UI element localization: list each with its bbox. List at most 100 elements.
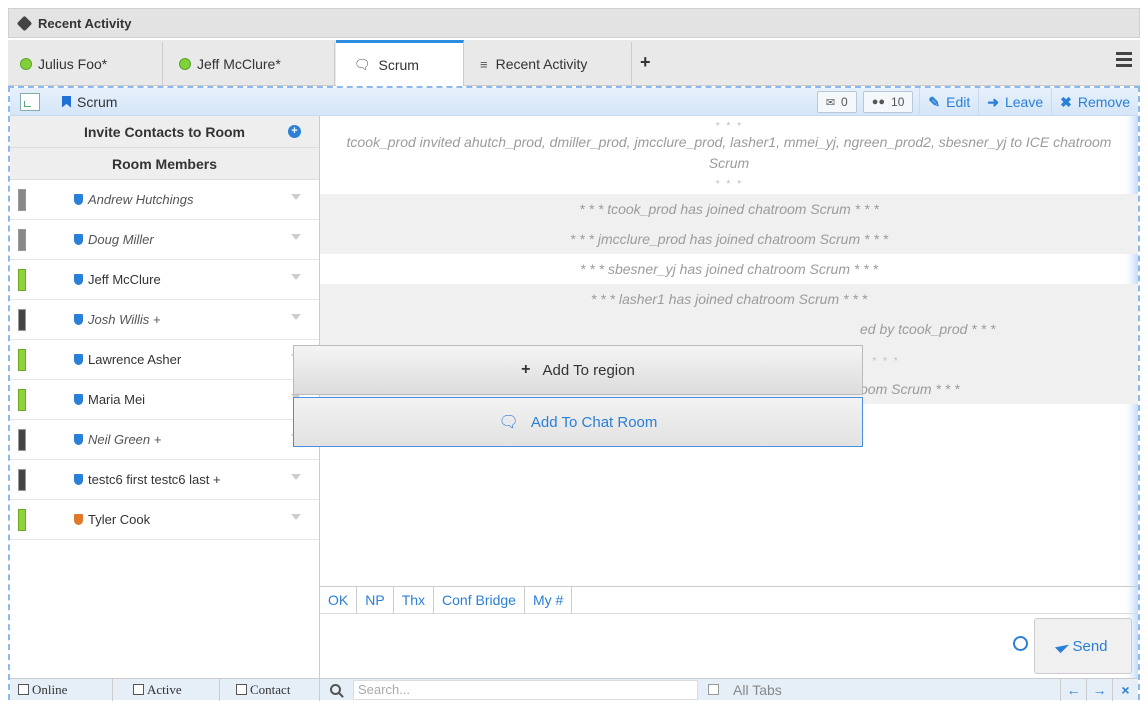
shield-icon	[74, 194, 83, 205]
tab-bar: Julius Foo* Jeff McClure* 🗨 Scrum ≡ Rece…	[8, 40, 1140, 86]
shield-icon	[74, 314, 83, 325]
tab-julius-foo[interactable]: Julius Foo*	[8, 42, 163, 86]
online-status-icon	[179, 58, 191, 70]
quick-reply-conf-bridge[interactable]: Conf Bridge	[434, 586, 525, 614]
send-button[interactable]: Send	[1034, 618, 1132, 674]
member-name: Doug Miller	[88, 232, 154, 247]
chat-message: ed by tcook_prod * * *	[320, 314, 1138, 344]
message-composer[interactable]: Send	[320, 614, 1138, 678]
member-name: testc6 first testc6 last +	[88, 472, 221, 487]
member-row[interactable]: Jeff McClure	[10, 260, 319, 300]
checkbox-icon[interactable]	[236, 684, 247, 695]
member-row[interactable]: Lawrence Asher	[10, 340, 319, 380]
tab-label: Recent Activity	[495, 56, 588, 72]
member-row[interactable]: Maria Mei	[10, 380, 319, 420]
emoji-icon[interactable]	[1013, 636, 1028, 651]
member-count-badge[interactable]: ●● 10	[862, 91, 914, 113]
filter-icon[interactable]	[291, 194, 301, 200]
minimize-icon[interactable]	[20, 92, 40, 111]
filter-icon[interactable]	[291, 514, 301, 520]
bookmark-icon	[62, 95, 71, 108]
tab-recent-activity[interactable]: ≡ Recent Activity	[464, 42, 632, 86]
search-bar: Search...	[320, 679, 698, 701]
invite-message: tcook_prod invited ahutch_prod, dmiller_…	[346, 134, 1112, 171]
pencil-icon: ✎	[928, 93, 941, 110]
search-icon	[330, 684, 341, 695]
members-list: Andrew Hutchings Doug Miller Jeff McClure J…	[10, 180, 319, 540]
member-row[interactable]: Doug Miller	[10, 220, 319, 260]
plus-icon: +	[521, 361, 531, 378]
tab-label: Jeff McClure*	[197, 56, 281, 72]
shield-icon	[74, 234, 83, 245]
add-to-region-menu-item[interactable]: + Add To region	[293, 345, 863, 395]
quick-reply-my-number[interactable]: My #	[525, 586, 573, 614]
forward-arrow-icon[interactable]: →	[1086, 679, 1112, 701]
room-members-header: Room Members	[10, 148, 319, 180]
tab-jeff-mcclure[interactable]: Jeff McClure*	[163, 42, 335, 86]
presence-status-icon	[18, 308, 26, 331]
add-tab-button[interactable]: +	[640, 52, 651, 73]
filter-icon[interactable]	[291, 274, 301, 280]
quick-reply-ok[interactable]: OK	[320, 586, 358, 614]
edit-button[interactable]: ✎ Edit	[919, 88, 978, 116]
filter-online[interactable]: Online	[10, 678, 113, 701]
add-to-chat-room-menu-item[interactable]: 🗨 Add To Chat Room	[293, 397, 863, 447]
tag-icon	[16, 15, 33, 31]
tab-label: Julius Foo*	[38, 56, 108, 72]
users-icon: ●●	[871, 96, 886, 108]
member-row[interactable]: Neil Green +	[10, 420, 319, 460]
shield-icon	[74, 274, 83, 285]
member-name: Jeff McClure	[88, 272, 161, 287]
separator-stars: * * *	[715, 179, 743, 190]
checkbox-icon[interactable]	[133, 684, 144, 695]
quick-reply-np[interactable]: NP	[357, 586, 394, 614]
tab-label: Scrum	[378, 56, 419, 73]
message-count-badge[interactable]: ✉ 0	[816, 91, 857, 113]
chat-message: * * * tcook_prod has joined chatroom Scr…	[320, 194, 1138, 224]
member-name: Josh Willis +	[88, 312, 161, 327]
member-name: Lawrence Asher	[88, 352, 182, 367]
filter-contact[interactable]: Contact	[220, 678, 320, 701]
all-tabs-toggle[interactable]: All Tabs	[708, 682, 782, 698]
plus-circle-icon[interactable]: +	[288, 125, 301, 138]
presence-status-icon	[18, 268, 26, 291]
member-name: Andrew Hutchings	[88, 192, 194, 207]
quick-reply-thx[interactable]: Thx	[394, 586, 435, 614]
remove-button[interactable]: ✖ Remove	[1051, 88, 1138, 116]
close-search-icon[interactable]: ×	[1112, 679, 1138, 701]
close-icon: ✖	[1060, 93, 1072, 110]
separator-stars: * * *	[715, 121, 743, 132]
invite-contacts-button[interactable]: Invite Contacts to Room +	[10, 116, 319, 148]
filter-icon[interactable]	[291, 314, 301, 320]
sign-out-icon: ➜	[987, 93, 999, 110]
chat-message: * * * sbesner_yj has joined chatroom Scr…	[579, 261, 879, 277]
member-name: Neil Green +	[88, 432, 162, 447]
shield-icon	[74, 394, 83, 405]
checkbox-icon[interactable]	[18, 684, 29, 695]
member-row[interactable]: testc6 first testc6 last +	[10, 460, 319, 500]
member-row[interactable]: Josh Willis +	[10, 300, 319, 340]
presence-status-icon	[18, 188, 26, 211]
shield-icon	[74, 474, 83, 485]
room-footer: Online Active Contact Search... All Tabs…	[10, 678, 1138, 701]
context-menu: + Add To region 🗨 Add To Chat Room	[293, 345, 863, 447]
room-members-sidebar: Invite Contacts to Room + Room Members A…	[10, 116, 320, 678]
chat-icon: 🗨	[354, 56, 371, 72]
presence-status-icon	[18, 388, 26, 411]
checkbox-icon[interactable]	[708, 684, 719, 695]
hamburger-menu-icon[interactable]	[1116, 52, 1132, 70]
filter-icon[interactable]	[291, 474, 301, 480]
back-arrow-icon[interactable]: ←	[1060, 679, 1086, 701]
search-input[interactable]: Search...	[353, 679, 698, 700]
tab-scrum[interactable]: 🗨 Scrum	[336, 40, 464, 86]
filter-active[interactable]: Active	[113, 678, 220, 701]
member-row[interactable]: Tyler Cook	[10, 500, 319, 540]
window-titlebar: Recent Activity	[8, 8, 1140, 38]
room-header: Scrum ✉ 0 ●● 10 ✎ Edit ➜ Leave ✖ Remove	[10, 88, 1138, 116]
chat-message: * * * jmcclure_prod has joined chatroom …	[320, 224, 1138, 254]
leave-button[interactable]: ➜ Leave	[978, 88, 1051, 116]
presence-status-icon	[18, 508, 26, 531]
member-row[interactable]: Andrew Hutchings	[10, 180, 319, 220]
list-icon: ≡	[480, 56, 488, 72]
filter-icon[interactable]	[291, 234, 301, 240]
